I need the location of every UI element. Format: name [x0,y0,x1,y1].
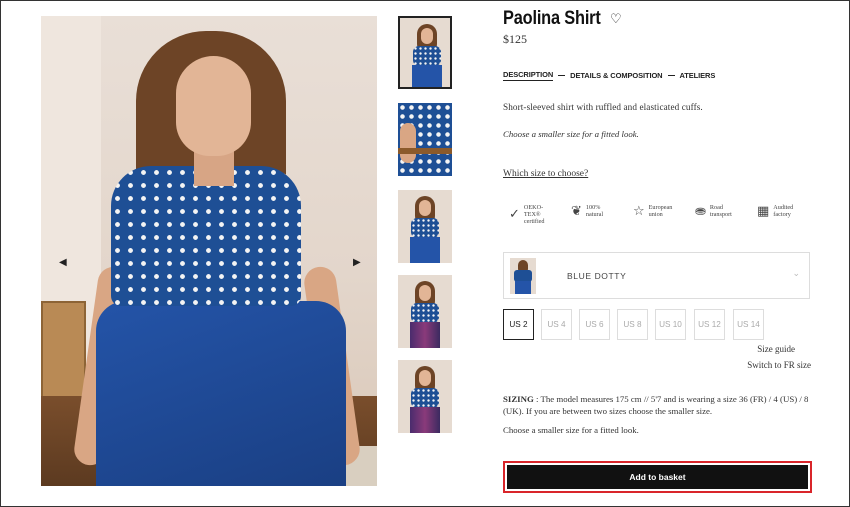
thumbnail-4[interactable] [398,275,452,348]
sizing-info: SIZING : The model measures 175 cm // 5'… [503,394,809,416]
badge-european: ☆ European union [633,203,673,219]
badge-natural: ❦ 100% natural [571,203,604,219]
model-jeans [96,301,346,486]
tab-ateliers[interactable]: ATELIERS [680,71,716,80]
truck-icon: ⛂ [695,203,706,219]
add-to-basket-button[interactable]: Add to basket [503,461,812,493]
page-frame: ◀ ▶ Paolina Shirt ♡ $125 DESCRIPTION DET… [0,0,850,507]
size-us-4[interactable]: US 4 [541,309,572,340]
model-face [176,56,251,156]
size-us-8[interactable]: US 8 [617,309,648,340]
size-us-12[interactable]: US 12 [694,309,725,340]
color-dropdown[interactable]: BLUE DOTTY ⌄ [503,252,810,299]
info-tabs: DESCRIPTION DETAILS & COMPOSITION ATELIE… [503,70,715,81]
size-us-10[interactable]: US 10 [655,309,686,340]
product-title: Paolina Shirt [503,8,601,29]
color-name: BLUE DOTTY [567,271,627,281]
sustainability-badges: ✓ OEKO- TEX® certified ❦ 100% natural ☆ Eur… [509,204,814,234]
heart-icon[interactable]: ♡ [610,12,622,27]
tab-details-composition[interactable]: DETAILS & COMPOSITION [570,71,662,80]
size-us-6[interactable]: US 6 [579,309,610,340]
europe-icon: ☆ [633,203,645,219]
thumbnail-1[interactable] [398,16,452,89]
chevron-left-icon[interactable]: ◀ [59,257,67,268]
thumbnail-2[interactable] [398,103,452,176]
switch-fr-size-link[interactable]: Switch to FR size [747,360,811,370]
color-swatch [510,258,536,294]
wooden-shelf [41,301,86,411]
product-price: $125 [503,32,527,46]
size-us-14[interactable]: US 14 [733,309,764,340]
chevron-down-icon: ⌄ [792,269,800,279]
factory-icon: ▦ [757,203,770,219]
tab-description[interactable]: DESCRIPTION [503,70,553,81]
badge-oekotex: ✓ OEKO- TEX® certified [509,204,545,225]
add-to-basket-label: Add to basket [507,465,808,489]
which-size-link[interactable]: Which size to choose? [503,169,588,179]
badge-road: ⛂ Road transport [695,203,732,219]
chevron-right-icon[interactable]: ▶ [353,257,361,268]
model-shirt [111,166,301,306]
oekotex-icon: ✓ [509,207,520,222]
thumbnail-3[interactable] [398,190,452,263]
badge-audited: ▦ Audited factory [757,203,794,219]
product-description: Short-sleeved shirt with ruffled and ela… [503,102,703,112]
fit-note: Choose a smaller size for a fitted look. [503,129,639,139]
size-guide-link[interactable]: Size guide [757,344,795,354]
leaf-icon: ❦ [571,203,582,219]
size-us-2[interactable]: US 2 [503,309,534,340]
thumbnail-5[interactable] [398,360,452,433]
main-product-image[interactable]: ◀ ▶ [41,16,377,486]
choose-smaller-note: Choose a smaller size for a fitted look. [503,425,639,435]
